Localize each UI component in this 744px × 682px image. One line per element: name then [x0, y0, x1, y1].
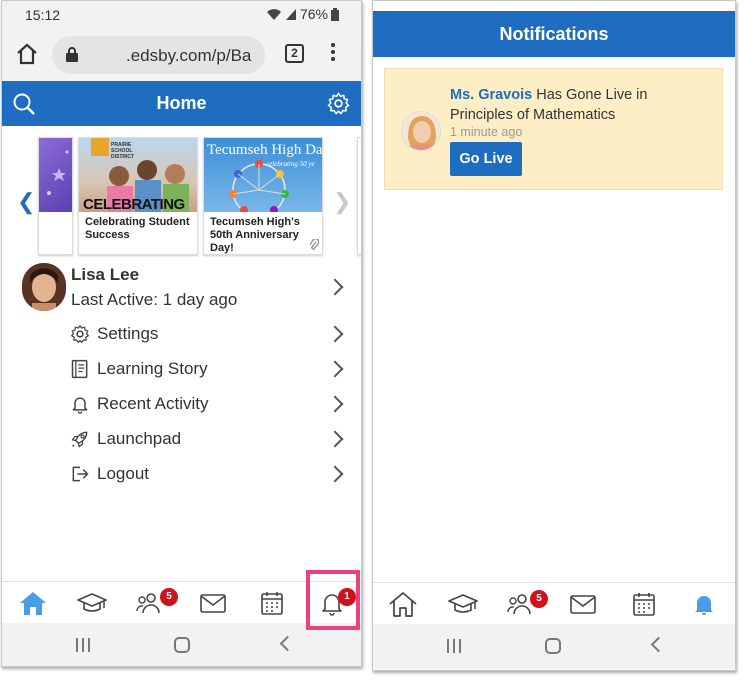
- avatar: [22, 263, 66, 311]
- notifications-highlight: [306, 570, 360, 630]
- nav-messages-icon[interactable]: [198, 590, 228, 616]
- card-image-subtext: celebrating 50 ye: [266, 160, 315, 168]
- android-back-button[interactable]: [650, 636, 667, 653]
- page-title: Notifications: [499, 24, 609, 44]
- screenshot-stage: 15:12 76% .edsby.com/p/Ba 2 Home ❮ PRAIR…: [0, 0, 744, 682]
- news-card-image: [39, 138, 72, 212]
- chevron-right-icon: [326, 395, 344, 413]
- nav-messages-icon[interactable]: [568, 591, 598, 617]
- bell-icon: [72, 397, 88, 414]
- chevron-right-icon: [326, 278, 344, 296]
- status-time: 15:12: [25, 7, 61, 23]
- chevron-right-icon: [326, 325, 344, 343]
- nav-calendar-icon[interactable]: [629, 591, 659, 617]
- card-image-text: CELEBRATING: [83, 196, 185, 212]
- chevron-right-icon: [326, 430, 344, 448]
- news-card[interactable]: Tecumseh High Da celebrating 50 ye Tecum…: [203, 137, 323, 255]
- menu-item-label: Learning Story: [97, 359, 208, 378]
- book-icon: [71, 359, 88, 379]
- menu-item-label: Recent Activity: [97, 394, 209, 413]
- page-title: Home: [156, 93, 207, 113]
- tab-switcher-button[interactable]: 2: [285, 44, 304, 63]
- nav-calendar-icon[interactable]: [257, 590, 287, 616]
- news-card-caption: Celebrating Student Success: [85, 216, 190, 241]
- news-card[interactable]: [357, 137, 361, 255]
- browser-home-icon[interactable]: [15, 42, 39, 66]
- status-indicators: 76%: [266, 6, 339, 22]
- logout-icon: [72, 466, 89, 482]
- nav-home-icon[interactable]: [18, 590, 48, 616]
- signal-icon: [285, 8, 296, 20]
- avatar: [401, 111, 441, 151]
- menu-item-logout[interactable]: Logout: [2, 457, 361, 492]
- battery-icon: [331, 7, 339, 21]
- news-card[interactable]: [38, 137, 73, 255]
- notification-sender[interactable]: Ms. Gravois: [450, 87, 532, 103]
- browser-menu-icon[interactable]: [331, 43, 337, 64]
- nav-notifications-icon[interactable]: [689, 591, 719, 617]
- wifi-icon: [266, 9, 281, 20]
- android-back-button[interactable]: [279, 635, 296, 652]
- rocket-icon: [71, 431, 88, 448]
- android-home-button[interactable]: [545, 638, 561, 654]
- address-bar[interactable]: .edsby.com/p/Ba: [52, 36, 265, 74]
- url-text: .edsby.com/p/Ba: [126, 46, 252, 65]
- groups-badge: 5: [530, 590, 548, 608]
- browser-toolbar: .edsby.com/p/Ba 2: [2, 29, 361, 81]
- carousel-prev-button[interactable]: ❮: [17, 189, 35, 215]
- chevron-right-icon: [326, 465, 344, 483]
- news-carousel: ❮ PRAIRIE SCHOOL DISTRICT CELEBRATING Ce…: [2, 137, 361, 257]
- news-card-image: PRAIRIE SCHOOL DISTRICT CELEBRATING: [79, 138, 197, 212]
- menu-item-recent-activity[interactable]: Recent Activity: [2, 387, 361, 422]
- profile-row[interactable]: Lisa Lee Last Active: 1 day ago: [2, 261, 361, 315]
- news-card[interactable]: PRAIRIE SCHOOL DISTRICT CELEBRATING Cele…: [78, 137, 198, 255]
- menu-item-label: Logout: [97, 464, 149, 483]
- status-bar: 15:12 76%: [2, 1, 361, 29]
- android-nav-bar: [373, 624, 735, 669]
- menu-item-label: Settings: [97, 324, 159, 343]
- phone-home-screen: 15:12 76% .edsby.com/p/Ba 2 Home ❮ PRAIR…: [1, 0, 362, 667]
- gear-icon[interactable]: [327, 92, 350, 115]
- chevron-right-icon: [326, 360, 344, 378]
- gear-icon: [71, 325, 89, 343]
- stars-icon: [47, 150, 69, 195]
- notification-item[interactable]: Ms. Gravois Has Gone Live in Principles …: [384, 68, 723, 190]
- paperclip-icon: [309, 239, 319, 250]
- menu-item-launchpad[interactable]: Launchpad: [2, 422, 361, 457]
- news-card-image: Tecumseh High Da celebrating 50 ye: [204, 138, 322, 212]
- groups-badge: 5: [160, 588, 178, 606]
- menu-item-label: Launchpad: [97, 429, 182, 448]
- nav-home-icon[interactable]: [388, 591, 418, 617]
- recents-button[interactable]: [76, 638, 90, 652]
- profile-last-active: Last Active: 1 day ago: [71, 290, 238, 309]
- go-live-button[interactable]: Go Live: [450, 142, 522, 176]
- notifications-header: Notifications: [373, 11, 735, 57]
- nav-classes-icon[interactable]: [448, 591, 478, 617]
- news-card-caption: Tecumseh High's 50th Anniversary Day!: [210, 216, 300, 254]
- lock-icon: [66, 47, 78, 62]
- carousel-next-button[interactable]: ❯: [333, 189, 351, 215]
- profile-name: Lisa Lee: [71, 265, 140, 284]
- notification-time: 1 minute ago: [450, 125, 523, 139]
- bottom-nav: 5: [373, 582, 735, 624]
- battery-level: 76%: [299, 6, 328, 22]
- card-image-text: Tecumseh High Da: [207, 142, 322, 158]
- card-district-text: PRAIRIE SCHOOL DISTRICT: [111, 142, 135, 160]
- notification-text: Ms. Gravois Has Gone Live in Principles …: [450, 85, 710, 125]
- nav-classes-icon[interactable]: [77, 590, 107, 616]
- android-home-button[interactable]: [174, 637, 190, 653]
- recents-button[interactable]: [447, 639, 461, 653]
- menu-item-settings[interactable]: Settings: [2, 317, 361, 352]
- home-header: Home: [2, 81, 361, 126]
- phone-notifications-screen: Notifications Ms. Gravois Has Gone Live …: [372, 0, 736, 671]
- menu-item-learning-story[interactable]: Learning Story: [2, 352, 361, 387]
